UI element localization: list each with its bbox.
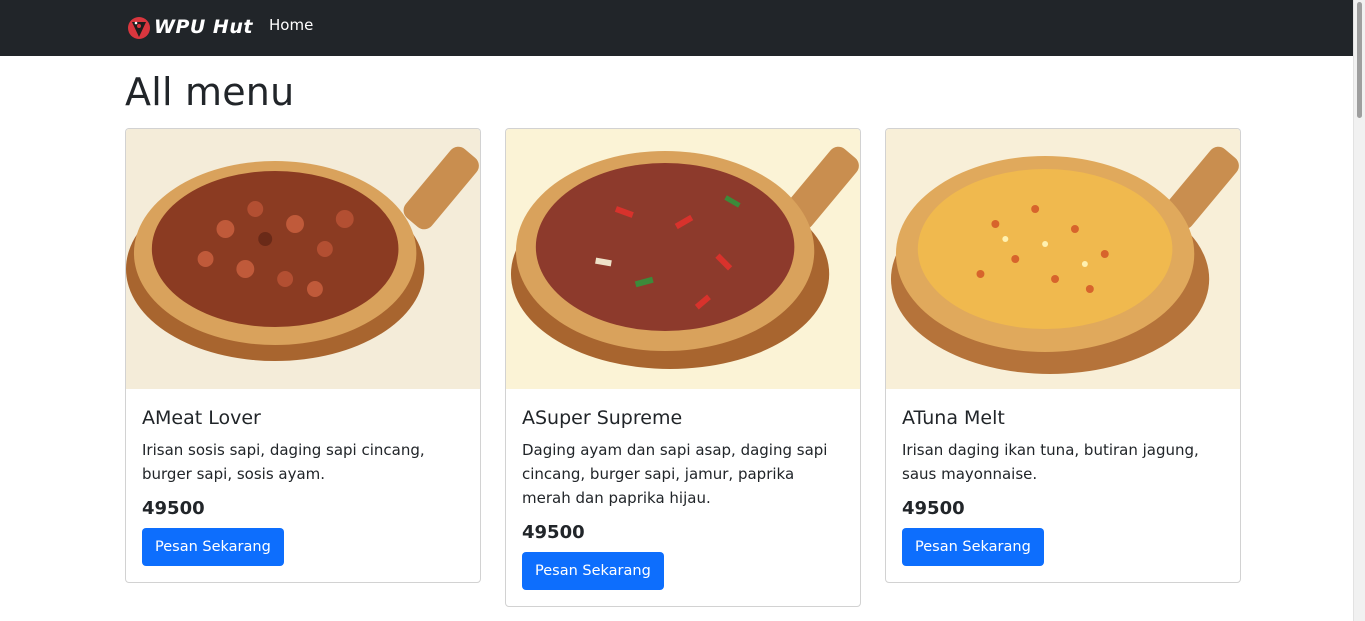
pizza-image (126, 129, 480, 389)
scrollbar-thumb[interactable] (1357, 2, 1362, 118)
card-title: ATuna Melt (902, 407, 1005, 429)
pizza-image (886, 129, 1240, 389)
card-price: 49500 (142, 498, 205, 519)
card-price: 49500 (902, 498, 965, 519)
menu-card-tuna-melt: ATuna Melt Irisan daging ikan tuna, buti… (885, 128, 1241, 583)
brand-link[interactable]: WPU Hut (127, 13, 253, 41)
top-navbar: WPU Hut Home (0, 0, 1353, 56)
card-title: ASuper Supreme (522, 407, 683, 429)
order-now-button[interactable]: Pesan Sekarang (522, 552, 664, 590)
card-description: Irisan sosis sapi, daging sapi cincang, … (142, 441, 425, 483)
menu-card-super-supreme: ASuper Supreme Daging ayam dan sapi asap… (505, 128, 861, 607)
card-body: ATuna Melt Irisan daging ikan tuna, buti… (886, 389, 1240, 582)
page-title: All menu (125, 70, 295, 114)
order-now-button[interactable]: Pesan Sekarang (902, 528, 1044, 566)
card-price: 49500 (522, 522, 585, 543)
card-title: AMeat Lover (142, 407, 261, 429)
brand-name: WPU Hut (154, 16, 253, 38)
order-now-button[interactable]: Pesan Sekarang (142, 528, 284, 566)
pizza-image (506, 129, 860, 389)
card-description: Daging ayam dan sapi asap, daging sapi c… (522, 441, 828, 507)
menu-card-meat-lover: AMeat Lover Irisan sosis sapi, daging sa… (125, 128, 481, 583)
nav-link-home[interactable]: Home (269, 16, 313, 34)
card-description: Irisan daging ikan tuna, butiran jagung,… (902, 441, 1199, 483)
page-scrollbar[interactable] (1353, 0, 1365, 621)
pizza-logo-icon (128, 17, 150, 39)
card-body: ASuper Supreme Daging ayam dan sapi asap… (506, 389, 860, 606)
card-body: AMeat Lover Irisan sosis sapi, daging sa… (126, 389, 480, 582)
